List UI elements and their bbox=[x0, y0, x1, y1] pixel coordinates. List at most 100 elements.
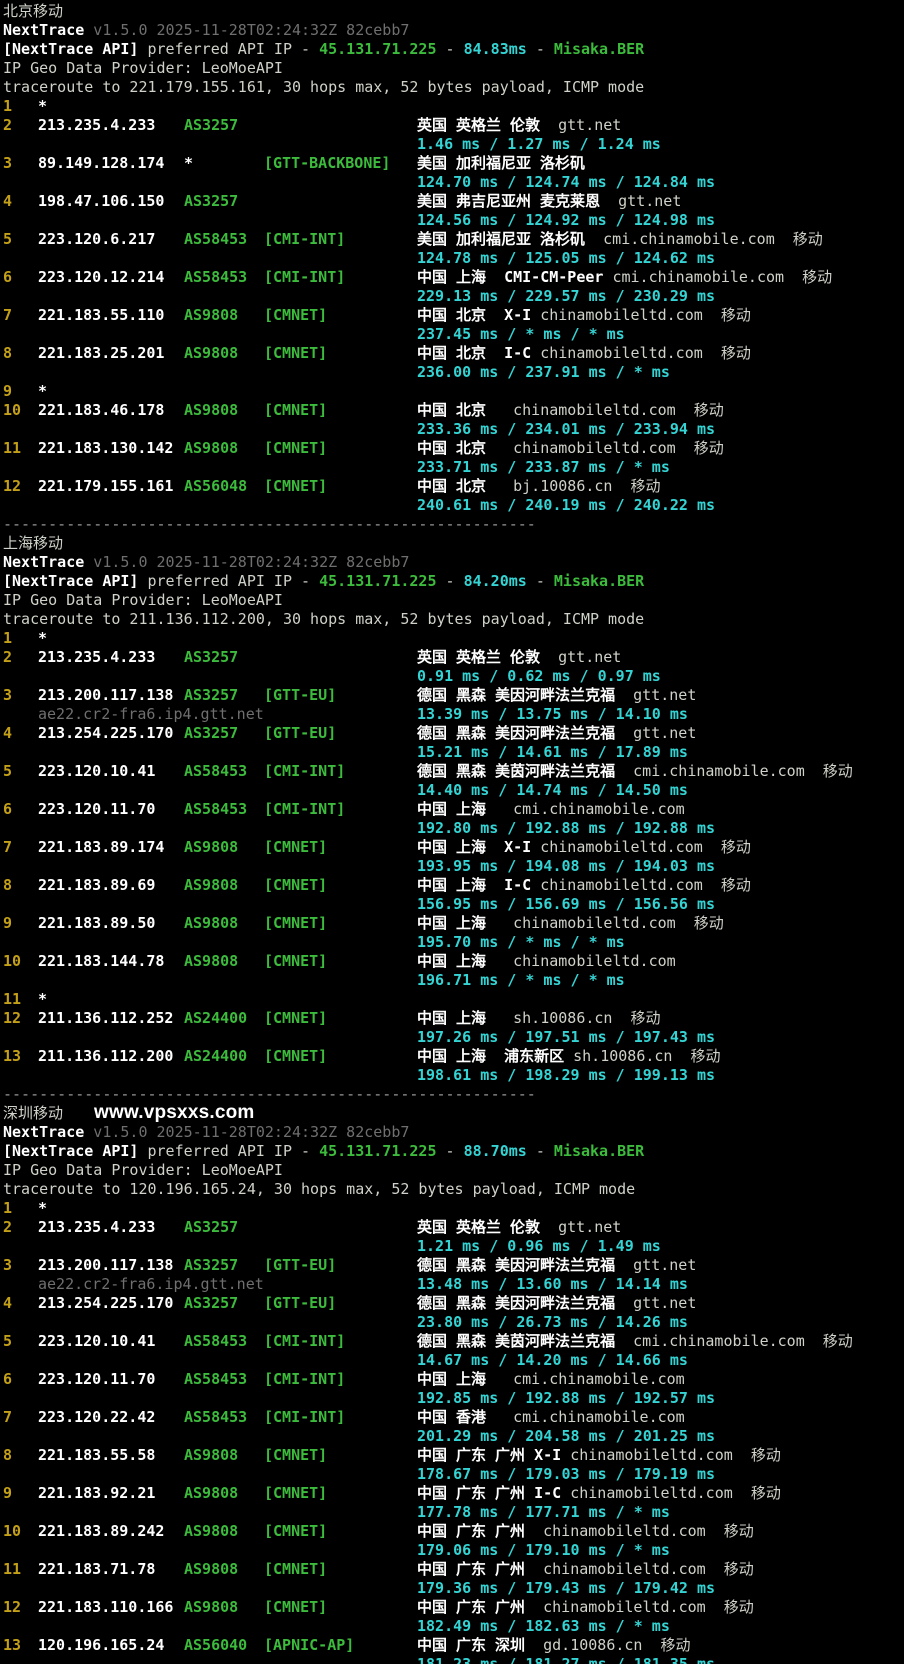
hop-ip: 223.120.10.41 bbox=[38, 1332, 156, 1350]
hop-number: 2 bbox=[3, 1218, 13, 1236]
hop-geo: 美国 弗吉尼亚州 麦克莱恩 bbox=[417, 192, 601, 210]
hop-number: 5 bbox=[3, 762, 13, 780]
hop-asn: AS3257 bbox=[184, 1256, 239, 1274]
hop-attr: [CMNET] bbox=[264, 838, 328, 856]
hop-rtt: 195.70 ms / * ms / * ms bbox=[417, 933, 625, 951]
hop-rtt-line: ae22.cr2-fra6.ip4.gtt.net 13.48 ms / 13.6… bbox=[0, 1275, 904, 1294]
api-label: [NextTrace API] bbox=[3, 1142, 139, 1160]
hop-attr: [CMNET] bbox=[264, 914, 328, 932]
traceroute-line: traceroute to 211.136.112.200, 30 hops m… bbox=[0, 610, 904, 629]
section-title-line: 北京移动 bbox=[0, 2, 904, 21]
hop-carrier: 移动 bbox=[675, 401, 724, 419]
hop-line: 13 211.136.112.200 AS24400 [CMNET] 中国 上海 浦东新… bbox=[0, 1047, 904, 1066]
hop-host: chinamobileltd.com bbox=[531, 306, 703, 324]
hop-ip: 223.120.10.41 bbox=[38, 762, 156, 780]
hop-number: 3 bbox=[3, 154, 13, 172]
hop-attr: [CMI-INT] bbox=[264, 1408, 346, 1426]
hop-attr: [CMI-INT] bbox=[264, 1370, 346, 1388]
api-dash: - bbox=[526, 1142, 554, 1160]
hop-carrier: 移动 bbox=[675, 914, 724, 932]
hop-rtt: 236.00 ms / 237.91 ms / * ms bbox=[417, 363, 670, 381]
hop-star: * bbox=[38, 1199, 48, 1217]
api-ip: 45.131.71.225 bbox=[319, 572, 437, 590]
hop-line: 2 213.235.4.233 AS3257 英国 英格兰 伦敦 gtt.net bbox=[0, 1218, 904, 1237]
hop-ip: 120.196.165.24 bbox=[38, 1636, 165, 1654]
hop-line: 6 223.120.12.214 AS58453 [CMI-INT] 中国 上海 CMI… bbox=[0, 268, 904, 287]
provider-line: IP Geo Data Provider: LeoMoeAPI bbox=[0, 591, 904, 610]
hop-attr: [CMNET] bbox=[264, 401, 328, 419]
hop-rtt-line: 124.78 ms / 125.05 ms / 124.62 ms bbox=[0, 249, 904, 268]
hop-rtt-line: 182.49 ms / 182.63 ms / * ms bbox=[0, 1617, 904, 1636]
hop-rtt-line: 198.61 ms / 198.29 ms / 199.13 ms bbox=[0, 1066, 904, 1085]
hop-asn: AS9808 bbox=[184, 1598, 239, 1616]
hop-attr: [GTT-EU] bbox=[264, 724, 337, 742]
hop-rtt: 124.70 ms / 124.74 ms / 124.84 ms bbox=[417, 173, 716, 191]
hop-geo: 中国 广东 深圳 bbox=[417, 1636, 526, 1654]
hop-host: gtt.net bbox=[540, 1218, 622, 1236]
hop-attr: [CMNET] bbox=[264, 439, 328, 457]
hop-geo-group: 中国 上海 chinamobileltd.com 移动 bbox=[417, 914, 724, 933]
hop-attr: [CMNET] bbox=[264, 1047, 328, 1065]
api-dash: - bbox=[436, 572, 464, 590]
hop-ip: 221.183.46.178 bbox=[38, 401, 165, 419]
hop-asn: AS9808 bbox=[184, 439, 239, 457]
hop-rtt: 13.39 ms / 13.75 ms / 14.10 ms bbox=[417, 705, 688, 723]
hop-host: chinamobileltd.com bbox=[561, 1484, 733, 1502]
hop-rtt-line: 14.67 ms / 14.20 ms / 14.66 ms bbox=[0, 1351, 904, 1370]
hop-rtt-line: 195.70 ms / * ms / * ms bbox=[0, 933, 904, 952]
hop-attr: [CMNET] bbox=[264, 1560, 328, 1578]
api-label: [NextTrace API] bbox=[3, 572, 139, 590]
hop-geo: 中国 北京 bbox=[417, 477, 487, 495]
hop-geo-group: 中国 广东 深圳 gd.10086.cn 移动 bbox=[417, 1636, 691, 1655]
hop-asn: AS24400 bbox=[184, 1009, 248, 1027]
hop-geo-group: 中国 上海 cmi.chinamobile.com bbox=[417, 800, 685, 819]
hop-line: 9 * bbox=[0, 382, 904, 401]
hop-rtt: 1.46 ms / 1.27 ms / 1.24 ms bbox=[417, 135, 661, 153]
hop-carrier: 移动 bbox=[732, 1446, 781, 1464]
hop-line: 1 * bbox=[0, 97, 904, 116]
hop-rtt: 237.45 ms / * ms / * ms bbox=[417, 325, 625, 343]
api-dash: - bbox=[526, 40, 554, 58]
hop-number: 13 bbox=[3, 1636, 22, 1654]
hop-carrier: 移动 bbox=[705, 1560, 754, 1578]
hop-number: 4 bbox=[3, 192, 13, 210]
hop-asn: AS58453 bbox=[184, 1332, 248, 1350]
hop-asn: AS58453 bbox=[184, 762, 248, 780]
hop-ip: 221.183.89.174 bbox=[38, 838, 165, 856]
hop-geo-group: 中国 上海 X-I chinamobileltd.com 移动 bbox=[417, 838, 751, 857]
api-text: preferred API IP - bbox=[138, 40, 320, 58]
hop-asn: AS9808 bbox=[184, 952, 239, 970]
hop-number: 11 bbox=[3, 1560, 22, 1578]
app-version-line: NextTrace v1.5.0 2025-11-28T02:24:32Z 82… bbox=[0, 21, 904, 40]
hop-attr: [CMI-INT] bbox=[264, 268, 346, 286]
hop-ip: 221.183.89.69 bbox=[38, 876, 156, 894]
hop-rtt: 233.36 ms / 234.01 ms / 233.94 ms bbox=[417, 420, 716, 438]
hop-geo: 中国 上海 X-I bbox=[417, 838, 532, 856]
hop-attr: [CMI-INT] bbox=[264, 800, 346, 818]
hop-rtt: 156.95 ms / 156.69 ms / 156.56 ms bbox=[417, 895, 716, 913]
api-node: Misaka.BER bbox=[553, 1142, 645, 1160]
hop-geo-group: 中国 上海 cmi.chinamobile.com bbox=[417, 1370, 685, 1389]
hop-line: 4 213.254.225.170 AS3257 [GTT-EU] 德国 黑森 美因河畔… bbox=[0, 1294, 904, 1313]
hop-geo: 中国 香港 bbox=[417, 1408, 487, 1426]
hop-rtt-line: 124.70 ms / 124.74 ms / 124.84 ms bbox=[0, 173, 904, 192]
hop-geo: 德国 黑森 美茵河畔法兰克福 bbox=[417, 1332, 616, 1350]
hop-geo: 中国 广东 广州 X-I bbox=[417, 1446, 562, 1464]
api-line: [NextTrace API] preferred API IP - 45.13… bbox=[0, 1142, 904, 1161]
provider-text: IP Geo Data Provider: LeoMoeAPI bbox=[3, 591, 283, 609]
hop-rtt: 13.48 ms / 13.60 ms / 14.14 ms bbox=[417, 1275, 688, 1293]
hop-host: gtt.net bbox=[615, 1256, 697, 1274]
hop-ip: 221.183.144.78 bbox=[38, 952, 165, 970]
hop-geo-group: 英国 英格兰 伦敦 gtt.net bbox=[417, 1218, 621, 1237]
hop-asn: AS3257 bbox=[184, 648, 239, 666]
hop-attr: [CMNET] bbox=[264, 306, 328, 324]
hop-rtt-line: 23.80 ms / 26.73 ms / 14.26 ms bbox=[0, 1313, 904, 1332]
hop-rtt: 182.49 ms / 182.63 ms / * ms bbox=[417, 1617, 670, 1635]
hop-host: sh.10086.cn bbox=[486, 1009, 613, 1027]
hop-attr: [GTT-EU] bbox=[264, 686, 337, 704]
hop-number: 4 bbox=[3, 1294, 13, 1312]
hop-geo: 英国 英格兰 伦敦 bbox=[417, 116, 541, 134]
hop-number: 10 bbox=[3, 1522, 22, 1540]
hop-rtt: 15.21 ms / 14.61 ms / 17.89 ms bbox=[417, 743, 688, 761]
hop-geo: 中国 广东 广州 bbox=[417, 1522, 526, 1540]
